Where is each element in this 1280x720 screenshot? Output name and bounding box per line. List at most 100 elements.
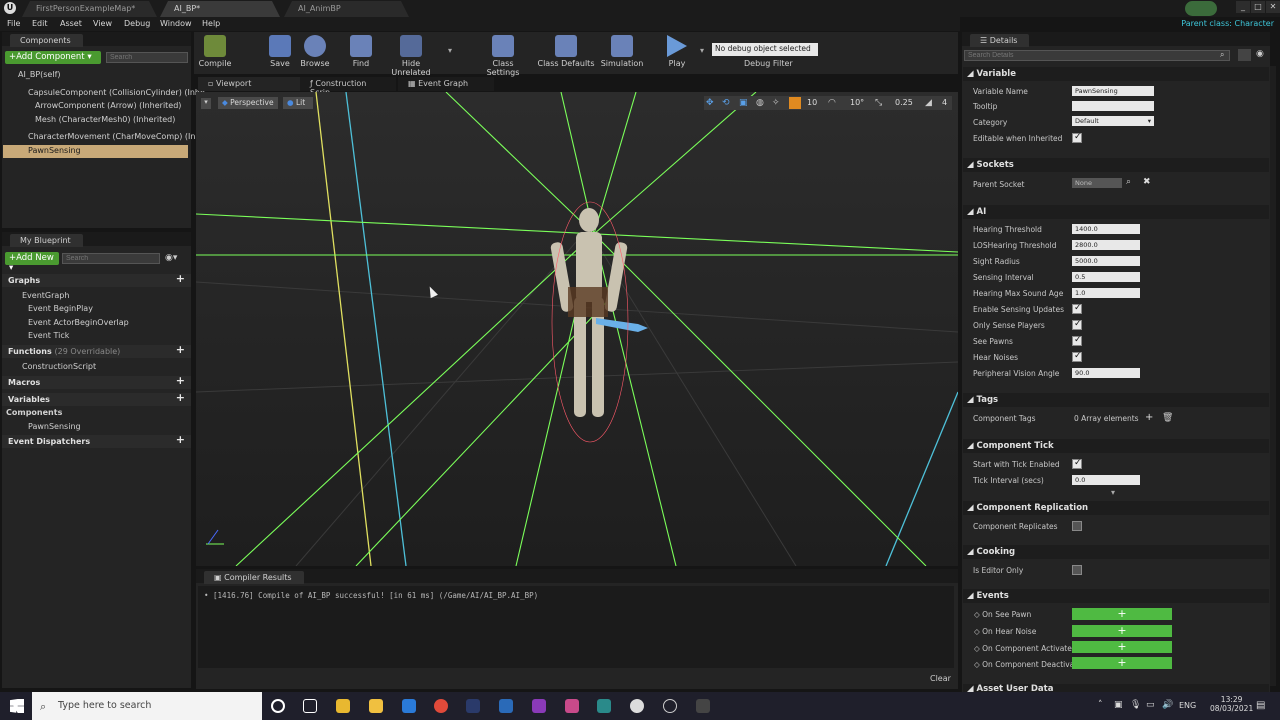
category-dropdown[interactable]: Default ▾ [1072, 116, 1154, 126]
camera-speed-icon[interactable]: ◢ [925, 98, 932, 108]
tab-viewport[interactable]: ▫ Viewport [198, 77, 300, 91]
epic-launcher-icon[interactable] [663, 699, 677, 713]
replication-section[interactable]: ◢ Component Replication [963, 501, 1269, 515]
event-dispatchers-section[interactable]: Event Dispatchers + [2, 433, 191, 448]
angle-snap-value[interactable]: 10° [850, 98, 864, 107]
menu-file[interactable]: File [7, 19, 20, 28]
terminal-icon[interactable] [597, 699, 611, 713]
debug-object-dropdown[interactable]: No debug object selected ▾ [712, 43, 818, 62]
mesh-component[interactable]: Mesh (CharacterMesh0) (Inherited) [35, 115, 175, 124]
start-tick-checkbox[interactable] [1072, 458, 1082, 469]
volume-icon[interactable]: 🔊 [1162, 700, 1173, 710]
details-tab[interactable]: ☰ Details [970, 34, 1030, 47]
editor-only-checkbox[interactable] [1072, 565, 1082, 575]
add-tag-plus-icon[interactable]: + [1145, 412, 1153, 423]
macros-section[interactable]: Macros + [2, 374, 191, 389]
notifications-icon[interactable]: ▤ [1256, 700, 1265, 711]
scale-icon[interactable]: ▣ [739, 98, 748, 108]
sensing-interval-field[interactable]: 0.5 [1072, 272, 1140, 282]
scale-snap-value[interactable]: 0.25 [895, 98, 913, 107]
los-hearing-field[interactable]: 2800.0 [1072, 240, 1140, 250]
tags-section[interactable]: ◢ Tags [963, 393, 1269, 407]
cooking-section[interactable]: ◢ Cooking [963, 545, 1269, 559]
app-icon[interactable] [499, 699, 513, 713]
property-matrix-icon[interactable] [1238, 49, 1251, 61]
add-component-button[interactable]: +Add Component ▾ [5, 51, 101, 64]
add-macro-plus-icon[interactable]: + [176, 374, 185, 387]
details-search-input[interactable] [964, 50, 1230, 61]
socket-search-icon[interactable]: ⌕ [1126, 177, 1131, 187]
compile-button[interactable]: Compile [196, 35, 234, 68]
details-scrollbar[interactable] [1270, 66, 1276, 686]
components-category[interactable]: Components [6, 408, 62, 417]
peripheral-angle-field[interactable]: 90.0 [1072, 368, 1140, 378]
world-local-icon[interactable]: ◍ [756, 98, 764, 108]
visibility-eye-icon[interactable]: ◉▾ [165, 253, 177, 263]
hearing-threshold-field[interactable]: 1400.0 [1072, 224, 1140, 234]
sight-radius-field[interactable]: 5000.0 [1072, 256, 1140, 266]
add-function-plus-icon[interactable]: + [176, 343, 185, 356]
play-options-chevron-icon[interactable]: ▾ [700, 46, 704, 55]
components-tab[interactable]: Components [10, 34, 83, 47]
scale-snap-icon[interactable]: ⤡ [875, 98, 882, 108]
components-search-input[interactable] [106, 52, 188, 63]
file-explorer-icon[interactable] [336, 699, 350, 713]
capsule-component[interactable]: CapsuleComponent (CollisionCylinder) (In… [28, 88, 205, 97]
asset-user-data-section[interactable]: ◢ Asset User Data [963, 684, 1269, 692]
on-component-activate-add-button[interactable]: + [1072, 641, 1172, 653]
tab-firstperson-map[interactable]: FirstPersonExampleMap* [22, 1, 157, 17]
lit-button[interactable]: ● Lit [283, 97, 313, 109]
variable-section[interactable]: ◢ Variable [963, 67, 1269, 81]
tray-chevron-up-icon[interactable]: ˄ [1098, 700, 1103, 710]
rotate-icon[interactable]: ⟲ [722, 98, 730, 108]
tooltip-field[interactable] [1072, 101, 1154, 111]
hide-unrelated-button[interactable]: Hide Unrelated [382, 35, 440, 77]
sockets-section[interactable]: ◢ Sockets [963, 158, 1269, 172]
self-component[interactable]: AI_BP(self) [18, 70, 61, 79]
menu-window[interactable]: Window [160, 19, 192, 28]
pawnsensing-component[interactable]: PawnSensing [28, 146, 81, 155]
add-variable-plus-icon[interactable]: + [176, 391, 185, 404]
angle-snap-icon[interactable]: ◠ [828, 98, 836, 108]
steam-icon[interactable] [466, 699, 480, 713]
minimize-icon[interactable]: _ [1236, 1, 1250, 13]
browse-button[interactable]: Browse [300, 35, 330, 68]
construction-script-item[interactable]: ConstructionScript [22, 362, 96, 371]
variable-name-field[interactable]: PawnSensing [1072, 86, 1154, 96]
task-view-icon[interactable] [303, 699, 317, 713]
add-new-button[interactable]: +Add New ▾ [5, 252, 59, 273]
perspective-button[interactable]: ◆ Perspective [218, 97, 278, 109]
play-button[interactable]: Play [662, 35, 692, 68]
app-window-icon[interactable] [696, 699, 710, 713]
vs-icon[interactable] [532, 699, 546, 713]
find-button[interactable]: Find [348, 35, 374, 68]
event-tick-item[interactable]: Event Tick [28, 331, 69, 340]
language-indicator[interactable]: ENG [1179, 701, 1196, 710]
tick-interval-field[interactable]: 0.0 [1072, 475, 1140, 485]
delete-tags-trash-icon[interactable]: 🗑 [1162, 413, 1173, 423]
camera-speed-value[interactable]: 4 [942, 98, 947, 107]
menu-edit[interactable]: Edit [32, 19, 48, 28]
viewport-options-chevron-icon[interactable]: ▾ [201, 98, 211, 109]
event-graph-item[interactable]: EventGraph [22, 291, 69, 300]
only-sense-players-checkbox[interactable] [1072, 319, 1082, 330]
my-blueprint-tab[interactable]: My Blueprint [10, 234, 83, 247]
editable-inherited-checkbox[interactable] [1072, 132, 1082, 143]
tab-event-graph[interactable]: ▦ Event Graph [398, 77, 494, 91]
simulation-button[interactable]: Simulation [600, 35, 644, 68]
source-control-icon[interactable] [1185, 1, 1217, 16]
arrow-component[interactable]: ArrowComponent (Arrow) (Inherited) [35, 101, 181, 110]
parent-socket-field[interactable]: None [1072, 178, 1122, 188]
socket-clear-icon[interactable]: ✖ [1143, 177, 1151, 187]
chevron-down-icon[interactable]: ▾ [448, 46, 452, 55]
hearing-max-age-field[interactable]: 1.0 [1072, 288, 1140, 298]
class-defaults-button[interactable]: Class Defaults [537, 35, 595, 68]
add-dispatcher-plus-icon[interactable]: + [176, 433, 185, 446]
variables-section[interactable]: Variables + [2, 391, 191, 406]
enable-sensing-checkbox[interactable] [1072, 303, 1082, 314]
maximize-icon[interactable]: □ [1251, 1, 1265, 13]
expand-advanced-chevron-icon[interactable]: ▾ [1111, 488, 1115, 497]
menu-asset[interactable]: Asset [60, 19, 82, 28]
save-button[interactable]: Save [266, 35, 294, 68]
taskbar-search-box[interactable]: Type here to search [32, 692, 262, 720]
